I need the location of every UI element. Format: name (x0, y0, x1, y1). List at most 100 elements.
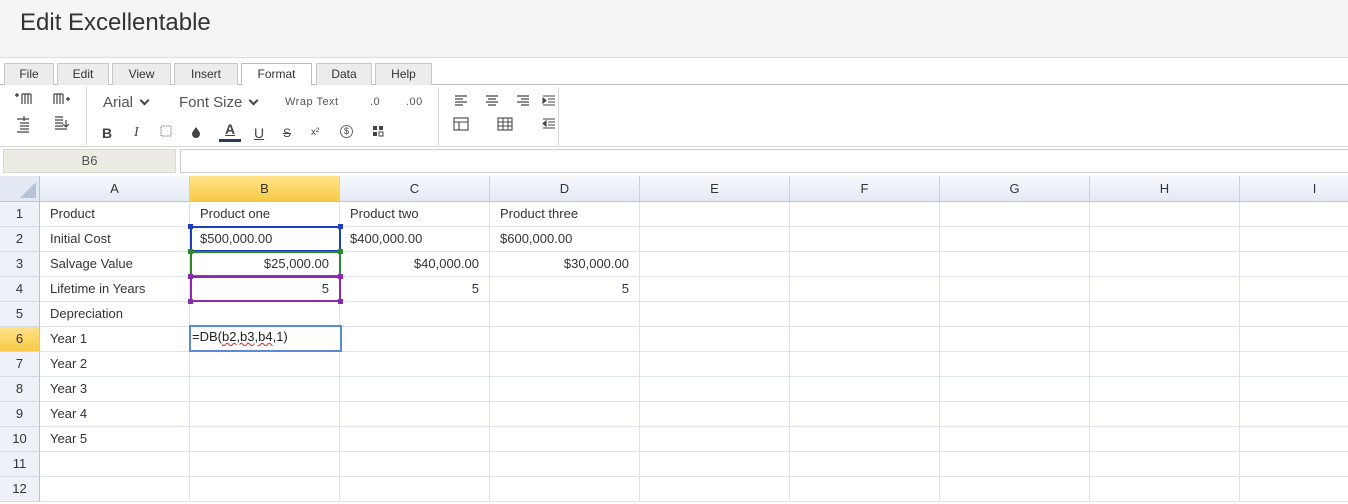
cell-h1[interactable] (1090, 202, 1240, 227)
cell-f8[interactable] (790, 377, 940, 402)
column-header-h[interactable]: H (1090, 176, 1240, 202)
reference-handle[interactable] (188, 274, 193, 279)
cell-f6[interactable] (790, 327, 940, 352)
column-header-g[interactable]: G (940, 176, 1090, 202)
cell-e3[interactable] (640, 252, 790, 277)
cell-f10[interactable] (790, 427, 940, 452)
cell-g1[interactable] (940, 202, 1090, 227)
column-header-b[interactable]: B (190, 176, 340, 202)
cell-d10[interactable] (490, 427, 640, 452)
cell-g9[interactable] (940, 402, 1090, 427)
tab-file[interactable]: File (4, 63, 54, 85)
row-header-8[interactable]: 8 (0, 377, 40, 402)
cell-d4[interactable]: 5 (490, 277, 640, 302)
formula-input[interactable] (180, 149, 1348, 173)
cell-b8[interactable] (190, 377, 340, 402)
tab-data[interactable]: Data (316, 63, 372, 85)
cell-d11[interactable] (490, 452, 640, 477)
row-header-2[interactable]: 2 (0, 227, 40, 252)
cell-g4[interactable] (940, 277, 1090, 302)
cell-d3[interactable]: $30,000.00 (490, 252, 640, 277)
row-header-11[interactable]: 11 (0, 452, 40, 477)
cell-f9[interactable] (790, 402, 940, 427)
table-icon[interactable] (497, 117, 513, 135)
cell-b5[interactable] (190, 302, 340, 327)
cell-f7[interactable] (790, 352, 940, 377)
cell-c2[interactable]: $400,000.00 (340, 227, 490, 252)
reference-handle[interactable] (338, 274, 343, 279)
cell-c4[interactable]: 5 (340, 277, 490, 302)
cell-a6[interactable]: Year 1 (40, 327, 190, 352)
decrease-decimal-button[interactable]: .0 (370, 94, 380, 110)
reference-handle[interactable] (188, 224, 193, 229)
cell-a7[interactable]: Year 2 (40, 352, 190, 377)
row-header-12[interactable]: 12 (0, 477, 40, 502)
cell-c10[interactable] (340, 427, 490, 452)
merge-cells-icon[interactable] (453, 117, 469, 135)
cell-i2[interactable] (1240, 227, 1348, 252)
cell-g6[interactable] (940, 327, 1090, 352)
cell-i11[interactable] (1240, 452, 1348, 477)
cell-h2[interactable] (1090, 227, 1240, 252)
cell-h6[interactable] (1090, 327, 1240, 352)
cell-e11[interactable] (640, 452, 790, 477)
cell-g10[interactable] (940, 427, 1090, 452)
font-size-select[interactable]: Font Size (179, 95, 259, 111)
cell-i4[interactable] (1240, 277, 1348, 302)
cell-editor[interactable]: =DB(b2,b3,b4,1) (189, 325, 342, 352)
cell-c5[interactable] (340, 302, 490, 327)
cell-i6[interactable] (1240, 327, 1348, 352)
cell-b10[interactable] (190, 427, 340, 452)
increase-decimal-button[interactable]: .00 (406, 94, 423, 110)
row-header-3[interactable]: 3 (0, 252, 40, 277)
cell-h9[interactable] (1090, 402, 1240, 427)
cell-d1[interactable]: Product three (490, 202, 640, 227)
cell-a3[interactable]: Salvage Value (40, 252, 190, 277)
row-header-6[interactable]: 6 (0, 327, 40, 352)
cell-b2[interactable]: $500,000.00 (190, 227, 340, 252)
tab-edit[interactable]: Edit (57, 63, 109, 85)
align-left-icon[interactable] (454, 94, 468, 110)
name-box[interactable]: B6 (3, 149, 176, 173)
cell-e12[interactable] (640, 477, 790, 502)
tab-help[interactable]: Help (375, 63, 432, 85)
cell-a10[interactable]: Year 5 (40, 427, 190, 452)
outdent-icon[interactable] (542, 117, 556, 133)
row-header-9[interactable]: 9 (0, 402, 40, 427)
cell-h5[interactable] (1090, 302, 1240, 327)
cell-i3[interactable] (1240, 252, 1348, 277)
cell-h7[interactable] (1090, 352, 1240, 377)
cell-e10[interactable] (640, 427, 790, 452)
superscript-button[interactable]: x² (311, 125, 319, 141)
reference-handle[interactable] (338, 249, 343, 254)
cell-e6[interactable] (640, 327, 790, 352)
cell-g2[interactable] (940, 227, 1090, 252)
cell-a9[interactable]: Year 4 (40, 402, 190, 427)
cell-c9[interactable] (340, 402, 490, 427)
cell-a11[interactable] (40, 452, 190, 477)
cell-c6[interactable] (340, 327, 490, 352)
strikethrough-button[interactable]: S (283, 125, 291, 141)
cell-a1[interactable]: Product (40, 202, 190, 227)
currency-button[interactable]: $ (340, 125, 353, 138)
font-name-select[interactable]: Arial (103, 95, 150, 111)
tab-insert[interactable]: Insert (174, 63, 238, 85)
cell-c3[interactable]: $40,000.00 (340, 252, 490, 277)
cell-a8[interactable]: Year 3 (40, 377, 190, 402)
cell-i5[interactable] (1240, 302, 1348, 327)
cell-i1[interactable] (1240, 202, 1348, 227)
cell-a2[interactable]: Initial Cost (40, 227, 190, 252)
cell-g7[interactable] (940, 352, 1090, 377)
tab-view[interactable]: View (112, 63, 171, 85)
cell-b11[interactable] (190, 452, 340, 477)
column-header-i[interactable]: I (1240, 176, 1348, 202)
cell-h8[interactable] (1090, 377, 1240, 402)
cell-a12[interactable] (40, 477, 190, 502)
cell-d2[interactable]: $600,000.00 (490, 227, 640, 252)
cell-g8[interactable] (940, 377, 1090, 402)
cell-f2[interactable] (790, 227, 940, 252)
cell-d7[interactable] (490, 352, 640, 377)
reference-handle[interactable] (188, 299, 193, 304)
italic-button[interactable]: I (134, 125, 139, 141)
select-all-corner[interactable] (0, 176, 40, 202)
